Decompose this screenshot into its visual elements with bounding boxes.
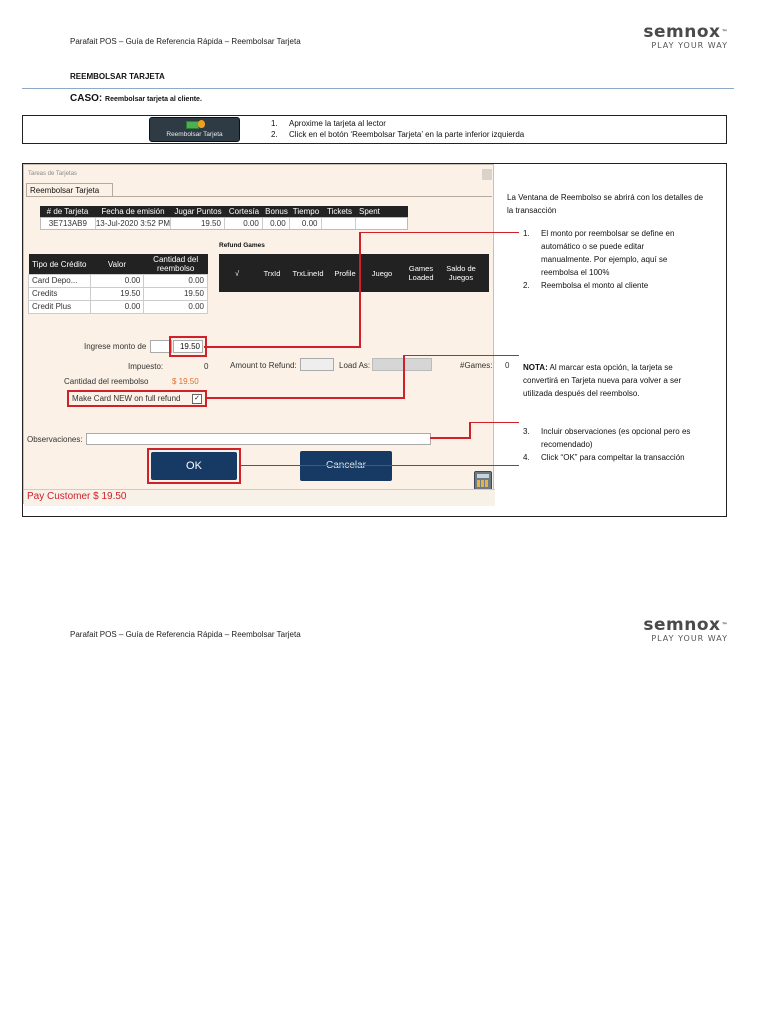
amount-to-refund-label: Amount to Refund: — [230, 361, 297, 370]
load-as-label: Load As: — [339, 361, 371, 370]
cancel-button[interactable]: Cancelar — [300, 451, 392, 481]
obs-input[interactable] — [86, 433, 431, 445]
note-label: NOTA: — [523, 363, 548, 372]
annotation-item: 1. El monto por reembolsar se define en a… — [523, 229, 675, 277]
load-as-select[interactable] — [372, 358, 432, 371]
refund-qty-label: Cantidad del reembolso — [64, 377, 149, 386]
tax-value: 0 — [204, 362, 209, 371]
status-text: Pay Customer $ 19.50 — [27, 491, 127, 502]
page2-header-title: Parafait POS – Guía de Referencia Rápida… — [70, 630, 301, 639]
obs-label: Observaciones: — [27, 435, 83, 444]
annotation-list-2: 3. Incluir observaciones (es opcional per… — [523, 425, 693, 464]
step-item: 2. Click en el botón ‘Reembolsar Tarjeta’… — [271, 130, 525, 139]
semnox-logo-page2: semnox™ PLAY YOUR WAY — [643, 617, 728, 644]
tax-label: Impuesto: — [128, 362, 164, 371]
col-issue-date: Fecha de emisión — [101, 207, 165, 216]
refund-games-title: Refund Games — [219, 242, 265, 249]
credits-table-row[interactable]: Credits 19.50 19.50 — [28, 287, 208, 301]
card-info-grid: # de Tarjeta Fecha de emisión Jugar Punt… — [40, 206, 408, 230]
arrow-amount-horizontal — [204, 346, 361, 348]
col-bonus: Bonus — [265, 207, 288, 216]
arrow-amount-to-annotation — [359, 232, 519, 233]
arrow-obs-to-annotation — [469, 422, 519, 423]
ok-button[interactable]: OK — [151, 452, 237, 480]
refund-window: Tareas de Tarjetas Reembolsar Tarjeta # … — [23, 164, 509, 506]
logo-text: semnox — [643, 22, 721, 42]
col-courtesy: Cortesía — [228, 207, 260, 216]
reembolsar-tarjeta-button-image: Reembolsar Tarjeta — [149, 117, 240, 142]
arrow-makenew-vertical — [403, 355, 405, 399]
card-info-row[interactable]: 3E713AB9 13-Jul-2020 3:52 PM 19.50 0.00 … — [40, 217, 408, 230]
credits-table-header: Tipo de Crédito Valor Cantidad del reemb… — [28, 254, 208, 275]
section-divider — [22, 88, 734, 89]
make-card-new-label: Make Card NEW on full refund — [72, 394, 181, 403]
arrow-amount-vertical — [359, 232, 361, 348]
arrow-makenew-horizontal — [206, 397, 404, 399]
refund-games-header: √ TrxId TrxLineId Profile Juego Games Lo… — [234, 264, 476, 282]
credits-table-row[interactable]: Credit Plus 0.00 0.00 — [28, 300, 208, 314]
card-info-header: # de Tarjeta Fecha de emisión Jugar Punt… — [40, 206, 408, 217]
games-count-label: #Games: — [460, 361, 493, 370]
refund-qty-value: $ 19.50 — [172, 377, 199, 386]
col-play-points: Jugar Puntos — [174, 207, 222, 216]
amount-input[interactable]: 19.50 — [173, 340, 203, 353]
caso-text: Reembolsar tarjeta al cliente. — [105, 96, 202, 103]
status-bar: Pay Customer $ 19.50 — [24, 489, 495, 506]
semnox-logo: semnox™ PLAY YOUR WAY — [643, 24, 728, 51]
make-card-new-checkbox[interactable]: ✓ — [192, 394, 202, 404]
step-item: 1. Aproxime la tarjeta al lector — [271, 119, 386, 128]
amount-label: Ingrese monto de — [84, 342, 147, 351]
col-card-number: # de Tarjeta — [46, 207, 89, 216]
games-count-value: 0 — [505, 361, 510, 370]
logo-trademark: ™ — [721, 29, 728, 36]
caso-line: CASO: Reembolsar tarjeta al cliente. — [70, 93, 202, 104]
window-close-button[interactable] — [482, 169, 492, 180]
reembolsar-tarjeta-button-label: Reembolsar Tarjeta — [166, 131, 223, 138]
arrow-obs-horizontal — [430, 437, 470, 439]
annotation-item: 4. Click “OK” para compeltar la transacci… — [523, 453, 685, 462]
logo-text: semnox — [643, 615, 721, 635]
calculator-icon[interactable] — [474, 471, 492, 490]
coin-bag-icon — [198, 120, 205, 128]
tab-underline — [26, 196, 492, 197]
amount-to-refund-field[interactable] — [300, 358, 334, 371]
logo-trademark: ™ — [721, 622, 728, 629]
tab-reembolsar-tarjeta[interactable]: Reembolsar Tarjeta — [26, 183, 113, 197]
screenshot-frame: Tareas de Tarjetas Reembolsar Tarjeta # … — [22, 163, 727, 517]
arrow-obs-vertical — [469, 422, 471, 439]
annotation-item: 2. Reembolsa el monto al cliente — [523, 281, 649, 290]
section-title: REEMBOLSAR TARJETA — [70, 72, 165, 81]
steps-list: 1. Aproxime la tarjeta al lector 2. Click … — [271, 118, 524, 140]
window-title: Tareas de Tarjetas — [28, 171, 77, 177]
col-tickets: Tickets — [326, 207, 353, 216]
arrow-ok-line — [240, 465, 519, 466]
credits-table-row[interactable]: Card Depo... 0.00 0.00 — [28, 274, 208, 288]
annotation-item: 3. Incluir observaciones (es opcional per… — [523, 427, 691, 449]
logo-tagline: PLAY YOUR WAY — [651, 634, 728, 643]
page-header-title: Parafait POS – Guía de Referencia Rápida… — [70, 37, 301, 46]
annotation-intro: La Ventana de Reembolso se abrirá con lo… — [507, 193, 704, 215]
credits-table: Tipo de Crédito Valor Cantidad del reemb… — [28, 254, 208, 314]
arrow-makenew-to-note — [403, 355, 519, 356]
annotation-note: NOTA: Al marcar esta opción, la tarjeta … — [523, 361, 693, 400]
refund-games-grid: √ TrxId TrxLineId Profile Juego Games Lo… — [219, 254, 489, 292]
col-spent: Spent — [359, 207, 380, 216]
logo-tagline: PLAY YOUR WAY — [651, 41, 728, 50]
steps-box: Reembolsar Tarjeta 1. Aproxime la tarjeta… — [22, 115, 727, 144]
col-time: Tiempo — [292, 207, 320, 216]
annotation-list-1: 1. El monto por reembolsar se define en a… — [523, 227, 693, 292]
caso-label: CASO: — [70, 93, 103, 104]
